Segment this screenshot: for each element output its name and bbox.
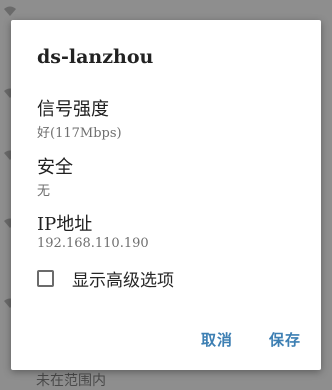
show-advanced-options-label: 显示高级选项: [72, 270, 174, 291]
cancel-button[interactable]: 取消: [201, 329, 233, 350]
background-item-status: 未在范围内: [36, 373, 106, 389]
ip-address-value: 192.168.110.190: [37, 236, 149, 251]
security-value: 无: [37, 184, 51, 199]
signal-strength-value: 好(117Mbps): [37, 126, 122, 141]
signal-strength-label: 信号强度: [37, 99, 109, 120]
show-advanced-options-row[interactable]: 显示高级选项: [37, 266, 297, 291]
security-label: 安全: [37, 157, 73, 178]
save-button[interactable]: 保存: [269, 329, 301, 350]
dialog-title: ds-lanzhou: [37, 46, 154, 68]
wifi-icon: [4, 6, 16, 16]
network-details-dialog: ds-lanzhou 信号强度 好(117Mbps) 安全 无 IP地址 192…: [11, 20, 321, 370]
show-advanced-options-checkbox[interactable]: [37, 269, 54, 287]
ip-address-label: IP地址: [37, 214, 93, 235]
